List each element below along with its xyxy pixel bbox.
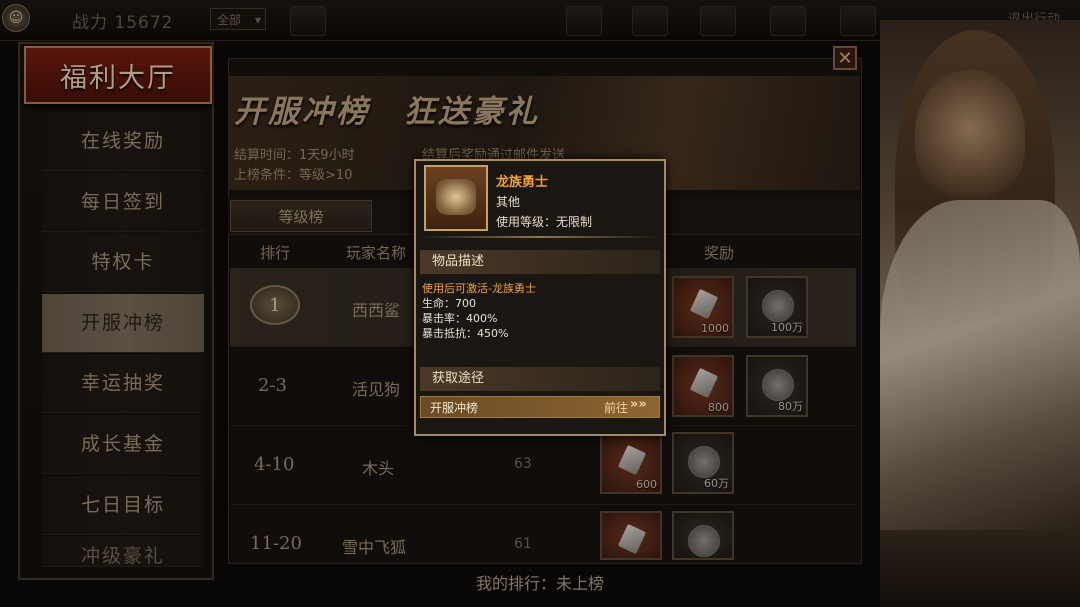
source-name: 开服冲榜 xyxy=(430,401,479,415)
source-header: 获取途径 xyxy=(420,367,660,391)
divider xyxy=(420,236,660,238)
dragon-badge-icon xyxy=(436,179,476,215)
double-chevron-right-icon: »» xyxy=(630,397,647,412)
item-icon xyxy=(424,165,488,231)
desc-header: 物品描述 xyxy=(420,250,660,274)
go-button[interactable]: 前往 xyxy=(604,399,628,416)
desc-line: 生命：700 xyxy=(422,297,476,310)
desc-line: 暴击抵抗：450% xyxy=(422,327,509,340)
item-type: 其他 xyxy=(496,195,521,209)
item-use-level: 使用等级：无限制 xyxy=(496,215,593,229)
desc-line: 暴击率：400% xyxy=(422,312,498,325)
desc-line: 使用后可激活-龙族勇士 xyxy=(422,282,536,295)
item-name: 龙族勇士 xyxy=(496,175,549,190)
